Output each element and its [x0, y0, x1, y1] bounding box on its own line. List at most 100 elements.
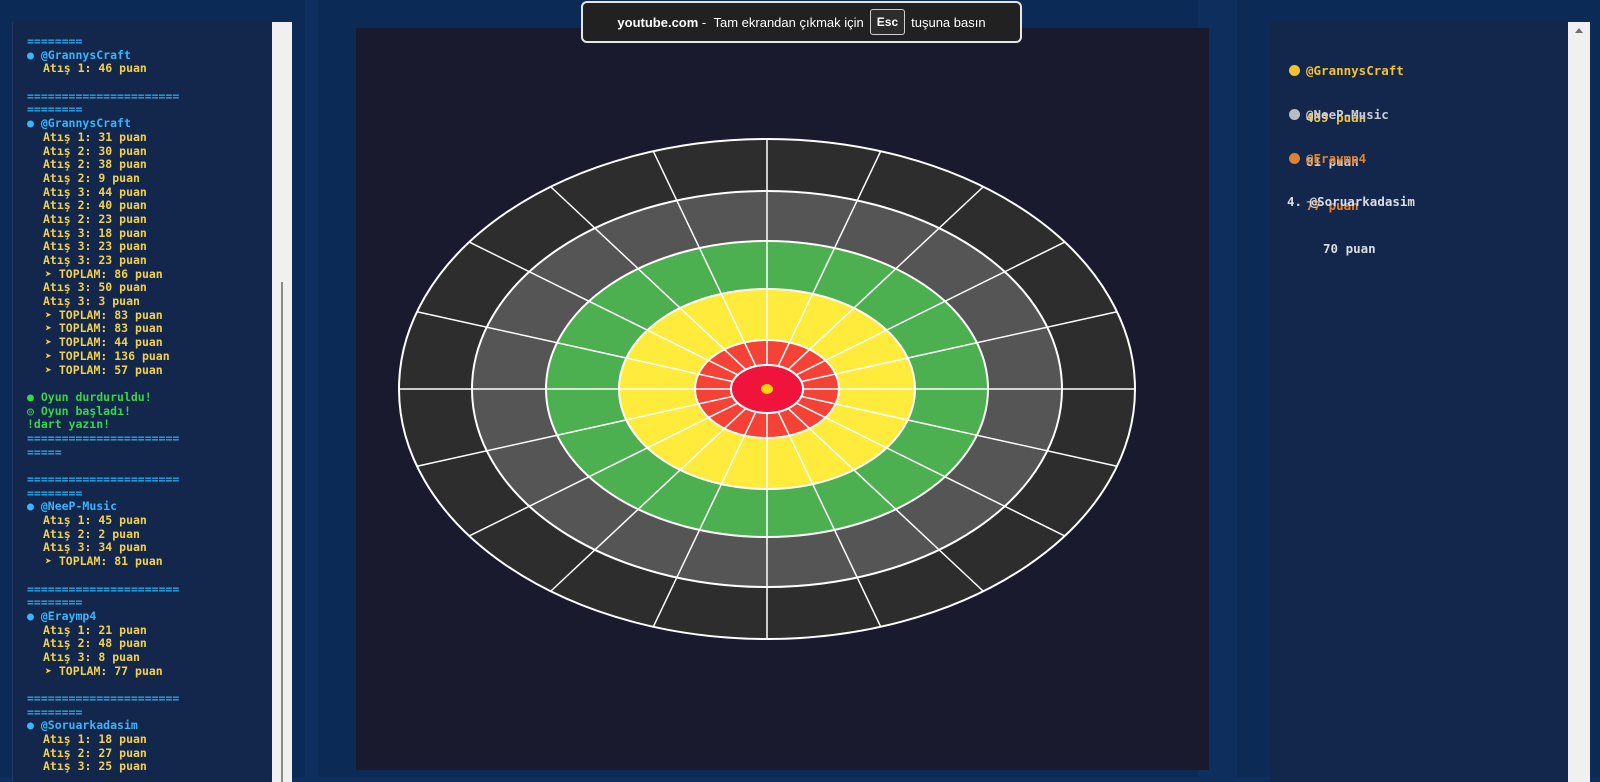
log-shot: Atış 3: 34 puan — [27, 541, 271, 555]
log-shot: Atış 2: 23 puan — [27, 211, 271, 227]
log-text: Atış 2: 2 puan — [43, 526, 140, 541]
log-gap — [27, 459, 271, 473]
leaderboard-points: 70 puan — [1323, 240, 1376, 256]
log-text: ======== — [27, 595, 83, 610]
esc-key-badge: Esc — [869, 9, 906, 35]
log-text: Atış 1: 31 puan — [43, 129, 147, 144]
log-username: ● @GrannysCraft — [27, 47, 271, 63]
log-status: ◎ Oyun başladı! — [27, 403, 271, 419]
log-username: ● @Soruarkadasim — [27, 719, 271, 733]
log-shot: Atış 2: 9 puan — [27, 170, 271, 186]
log-username: ● @Eraymp4 — [27, 608, 271, 624]
log-text: Atış 1: 46 puan — [43, 61, 147, 76]
log-text: TOPLAM: 83 puan — [58, 307, 163, 322]
log-status: ● Oyun durduruldu! — [27, 389, 271, 405]
log-shot: Atış 3: 50 puan — [27, 281, 271, 295]
scroll-up-arrow-icon[interactable] — [1575, 28, 1583, 33]
log-text: TOPLAM: 81 puan — [58, 554, 163, 569]
log-text: ======== — [27, 704, 83, 719]
separator-line: ====================== — [27, 88, 271, 104]
dartboard-panel[interactable] — [356, 28, 1209, 770]
dart-icon: ● — [27, 499, 41, 514]
log-text: !dart yazın! — [27, 417, 111, 432]
log-text: Atış 3: 3 puan — [43, 294, 140, 309]
dartboard[interactable] — [356, 28, 1209, 770]
left-scrollbar-thumb[interactable] — [281, 282, 283, 782]
log-text: Atış 3: 23 puan — [43, 239, 147, 254]
arrow-icon: ➤ — [45, 335, 59, 350]
log-text: ====================== — [27, 88, 180, 103]
arrow-icon: ➤ — [45, 362, 59, 377]
log-text: TOPLAM: 44 puan — [58, 335, 163, 350]
status-icon: ◎ — [27, 403, 41, 418]
leaderboard-entry-4: 4. @Soruarkadasim 70 puan — [1287, 163, 1415, 287]
log-text: ====================== — [27, 691, 180, 705]
log-shot: Atış 3: 44 puan — [27, 185, 271, 200]
gold-medal-icon — [1289, 65, 1300, 76]
log-text: TOPLAM: 136 puan — [58, 348, 170, 363]
log-shot: Atış 1: 21 puan — [27, 622, 271, 638]
dart-icon: ● — [27, 608, 41, 623]
log-shot: Atış 2: 30 puan — [27, 143, 271, 159]
log-text: @Soruarkadasim — [40, 718, 138, 733]
log-gap — [27, 377, 271, 391]
left-scrollbar[interactable] — [272, 22, 292, 782]
separator-line: ===== — [27, 444, 271, 460]
log-text: @GrannysCraft — [40, 116, 131, 131]
log-username: ● @GrannysCraft — [27, 116, 271, 131]
log-text: ====================== — [27, 430, 180, 445]
log-shot: Atış 3: 3 puan — [27, 294, 271, 309]
log-text: TOPLAM: 86 puan — [58, 266, 163, 281]
separator-line: ======== — [27, 595, 271, 610]
arrow-icon: ➤ — [45, 348, 59, 363]
arrow-icon: ➤ — [45, 663, 59, 678]
log-text: Atış 1: 45 puan — [43, 513, 147, 528]
log-shot: Atış 2: 27 puan — [27, 746, 271, 761]
log-total: ➤ TOPLAM: 83 puan — [27, 307, 271, 323]
log-shot: Atış 3: 23 puan — [27, 253, 271, 268]
log-total: ➤ TOPLAM: 86 puan — [27, 266, 271, 282]
log-text: TOPLAM: 77 puan — [58, 663, 163, 678]
log-text: ===== — [27, 444, 62, 459]
leaderboard-panel[interactable]: @GrannysCraft 489 puan @NeeP-Music 81 pu… — [1270, 22, 1568, 782]
log-username: ● @NeeP-Music — [27, 500, 271, 514]
log-text: Oyun başladı! — [40, 403, 131, 418]
separator-line: ====================== — [27, 430, 271, 446]
log-total: ➤ TOPLAM: 57 puan — [27, 362, 271, 378]
log-shot: Atış 3: 18 puan — [27, 225, 271, 241]
log-text: Atış 2: 9 puan — [43, 170, 140, 185]
log-text: Atış 3: 8 puan — [43, 649, 140, 664]
log-text: Atış 1: 18 puan — [43, 732, 147, 747]
separator-line: ====================== — [27, 472, 271, 487]
log-gap — [27, 678, 271, 692]
log-text: ======== — [27, 102, 83, 117]
log-text: @Eraymp4 — [40, 608, 97, 623]
log-shot: Atış 2: 2 puan — [27, 526, 271, 542]
log-gap — [27, 569, 271, 583]
toast-separator: - — [698, 14, 714, 30]
log-text: Atış 2: 30 puan — [43, 143, 147, 158]
log-text: ======== — [27, 485, 83, 500]
log-text: Atış 3: 18 puan — [43, 225, 147, 240]
log-text: Oyun durduruldu! — [40, 389, 152, 404]
log-total: ➤ TOPLAM: 77 puan — [27, 663, 271, 679]
log-shot: Atış 1: 46 puan — [27, 62, 271, 76]
toast-message-end: tuşuna basın — [911, 14, 986, 30]
log-text: Atış 2: 23 puan — [43, 211, 147, 226]
log-text: ======== — [27, 34, 83, 48]
log-text: Atış 3: 50 puan — [43, 280, 147, 295]
dart-icon: ● — [27, 47, 41, 62]
leaderboard-name: @Soruarkadasim — [1309, 194, 1415, 209]
right-scrollbar[interactable] — [1568, 22, 1590, 782]
log-text: Atış 1: 21 puan — [43, 622, 147, 637]
chat-log-panel[interactable]: ======== ● @GrannysCraft Atış 1: 46 puan ==… — [12, 22, 271, 782]
toast-message: Tam ekrandan çıkmak için — [713, 14, 864, 30]
log-text: Atış 3: 23 puan — [43, 253, 147, 267]
bullseye[interactable] — [761, 384, 773, 394]
dart-icon: ● — [27, 718, 41, 733]
arrow-icon: ➤ — [45, 321, 59, 336]
log-shot: Atış 3: 8 puan — [27, 649, 271, 665]
separator-line: ======== — [27, 704, 271, 720]
fullscreen-exit-toast: youtube.com - Tam ekrandan çıkmak için E… — [581, 1, 1022, 43]
log-shot: Atış 3: 23 puan — [27, 239, 271, 254]
